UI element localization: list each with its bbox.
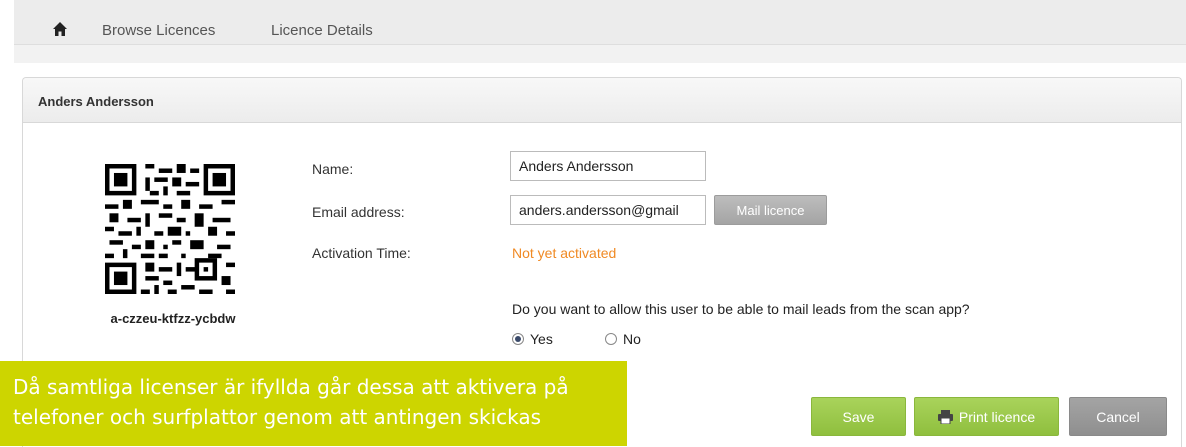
nav-browse-licences[interactable]: Browse Licences bbox=[102, 22, 215, 39]
radio-yes-label: Yes bbox=[530, 331, 553, 347]
radio-no-label: No bbox=[623, 331, 641, 347]
save-button[interactable]: Save bbox=[811, 397, 906, 436]
radio-no[interactable]: No bbox=[605, 331, 641, 347]
radio-yes[interactable]: Yes bbox=[512, 331, 553, 347]
mail-licence-button[interactable]: Mail licence bbox=[714, 195, 827, 225]
radio-yes-dot[interactable] bbox=[512, 333, 524, 345]
print-licence-label: Print licence bbox=[958, 408, 1036, 425]
panel-header: Anders Andersson bbox=[23, 78, 1181, 123]
email-label: Email address: bbox=[312, 204, 405, 220]
info-callout: Då samtliga licenser är ifyllda går dess… bbox=[0, 361, 627, 446]
email-field[interactable] bbox=[510, 195, 706, 225]
nav-bar: Browse Licences Licence Details bbox=[14, 0, 1186, 45]
print-licence-button[interactable]: Print licence bbox=[914, 397, 1059, 436]
licence-code: a-czzeu-ktfzz-ycbdw bbox=[110, 311, 236, 326]
panel-title: Anders Andersson bbox=[38, 94, 154, 109]
cancel-button[interactable]: Cancel bbox=[1069, 397, 1167, 436]
nav-licence-details[interactable]: Licence Details bbox=[271, 22, 373, 39]
callout-text: Då samtliga licenser är ifyllda går dess… bbox=[13, 375, 569, 429]
activation-status: Not yet activated bbox=[512, 245, 617, 261]
name-field[interactable] bbox=[510, 151, 706, 181]
name-label: Name: bbox=[312, 161, 354, 177]
qr-code-icon bbox=[105, 164, 235, 294]
activation-time-label: Activation Time: bbox=[312, 245, 411, 261]
top-navigation: Browse Licences Licence Details bbox=[14, 0, 1186, 63]
radio-no-dot[interactable] bbox=[605, 333, 617, 345]
mail-leads-question: Do you want to allow this user to be abl… bbox=[512, 301, 970, 317]
home-icon[interactable] bbox=[52, 21, 68, 37]
printer-icon bbox=[937, 409, 953, 424]
